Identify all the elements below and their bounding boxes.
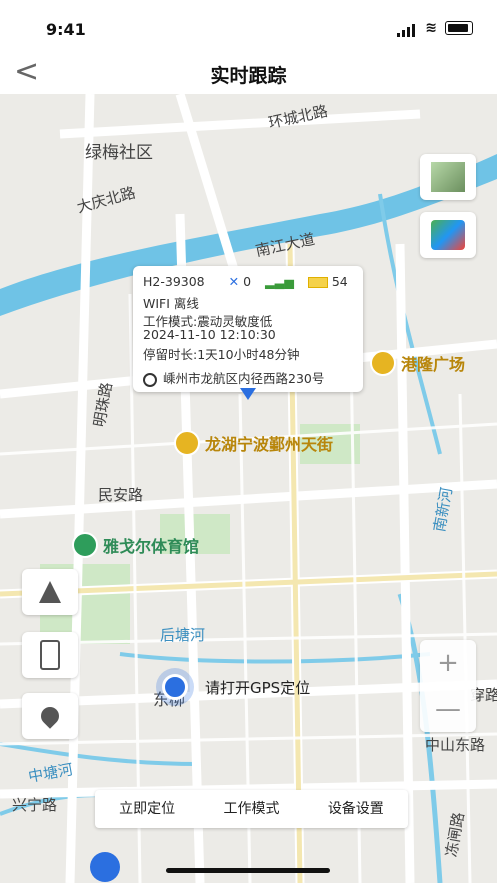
poi-yagor[interactable]: 雅戈尔体育馆 — [72, 532, 199, 558]
poi-longhu[interactable]: 龙湖宁波鄞州天街 — [174, 430, 333, 456]
device-id: H2-39308 — [143, 274, 205, 289]
map-layer-button[interactable] — [420, 154, 476, 200]
bottom-toolbar: 立即定位 工作模式 设备设置 — [95, 790, 408, 828]
poi-longhu-label: 龙湖宁波鄞州天街 — [205, 435, 334, 454]
user-location-icon — [162, 674, 188, 700]
poi-ganglong-label: 港隆广场 — [401, 355, 466, 374]
popup-header-row: H2-39308 ✕ 0 ▂▃▅ 54 — [143, 274, 348, 289]
zoom-out-button[interactable]: — — [420, 686, 476, 732]
nav-bar: < 实时跟踪 — [0, 52, 497, 94]
navigation-arrow-icon — [39, 581, 61, 603]
map-label-houtang: 后塘河 — [160, 626, 206, 644]
popup-address-row: 嵊州市龙航区内径西路230号 — [143, 368, 324, 387]
battery-level-icon — [307, 277, 328, 288]
stadium-icon — [72, 532, 98, 558]
gps-tip: 请打开GPS定位 — [205, 679, 311, 697]
page-title: 实时跟踪 — [210, 65, 287, 87]
location-button[interactable] — [22, 693, 78, 739]
work-mode-button[interactable]: 工作模式 — [199, 790, 303, 828]
map-label-minan: 民安路 — [98, 486, 144, 504]
shop-icon — [174, 430, 200, 456]
signal-icon — [397, 18, 417, 37]
popup-time: 2024-11-10 12:10:30 — [143, 327, 276, 342]
phone-icon — [40, 640, 60, 670]
map-label-xingning: 兴宁路 — [12, 796, 58, 814]
wifi-icon: ≋ — [425, 19, 437, 36]
status-icons: ≋ — [397, 18, 473, 37]
home-indicator — [166, 868, 330, 873]
map-label-zhongshan: 中山东路 — [425, 736, 486, 754]
map-app-button[interactable] — [420, 212, 476, 258]
zoom-in-button[interactable]: + — [420, 640, 476, 686]
map-label-lvmei: 绿梅社区 — [85, 143, 153, 163]
cell-signal-icon: ▂▃▅ — [265, 274, 294, 289]
device-info-popup: H2-39308 ✕ 0 ▂▃▅ 54 WIFI 离线 工作模式:震动灵敏度低 … — [133, 266, 363, 392]
device-button[interactable] — [22, 632, 78, 678]
map-view[interactable]: 绿梅社区 大庆北路 环城北路 南江大道 明珠路 民安路 后塘河 东柳 兴宁路 中… — [0, 94, 497, 883]
map-pin-icon — [37, 703, 63, 729]
navigate-button[interactable] — [22, 569, 78, 615]
locate-target-icon — [143, 372, 157, 387]
battery-icon — [445, 20, 473, 35]
device-settings-button[interactable]: 设备设置 — [304, 790, 408, 828]
shop-icon — [370, 350, 396, 376]
satellite-signal-icon: ✕ — [228, 274, 240, 289]
poi-ganglong[interactable]: 港隆广场 — [370, 350, 465, 376]
satellite-count: 0 — [243, 274, 252, 289]
device-pin-icon — [240, 388, 256, 400]
status-time: 9:41 — [46, 20, 86, 39]
poi-yagor-label: 雅戈尔体育馆 — [103, 537, 200, 556]
satellite-icon — [431, 162, 465, 192]
battery-percent: 54 — [331, 274, 348, 289]
locate-now-button[interactable]: 立即定位 — [95, 790, 199, 828]
popup-status: WIFI 离线 — [143, 296, 199, 311]
status-bar: 9:41 ≋ — [0, 0, 497, 52]
popup-stay-duration: 停留时长:1天10小时48分钟 — [143, 347, 300, 362]
map-app-icon — [431, 220, 465, 250]
train-station-icon — [90, 852, 120, 882]
popup-address: 嵊州市龙航区内径西路230号 — [163, 371, 325, 386]
zoom-control: + — — [420, 640, 476, 732]
